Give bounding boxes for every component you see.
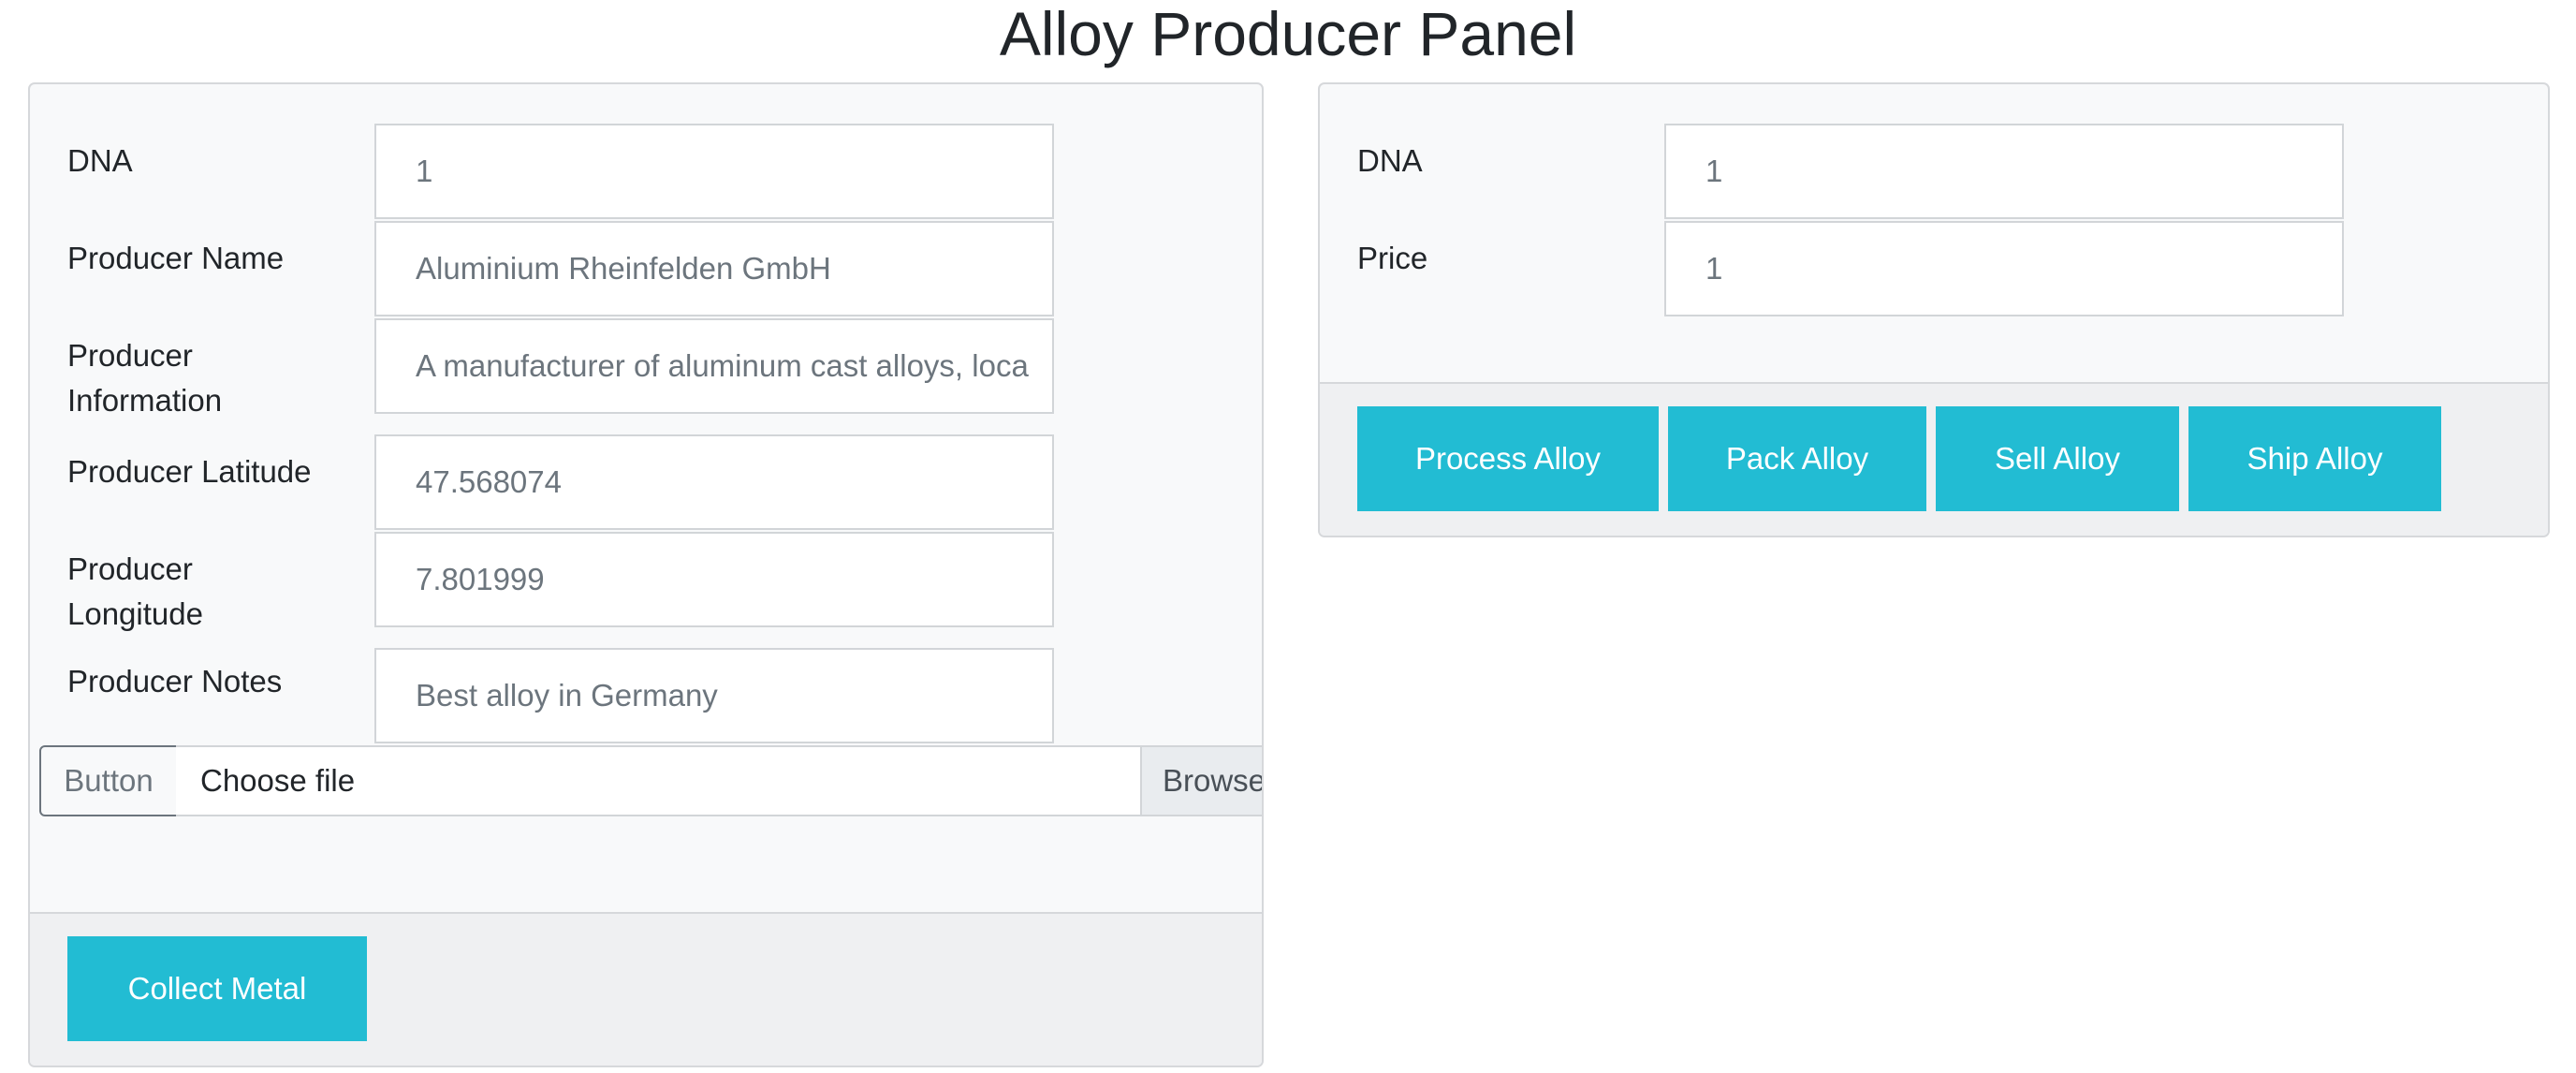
producer-information-label-line1: Producer — [67, 338, 193, 373]
file-upload-group: Button Choose file Browse — [39, 745, 1262, 816]
producer-notes-label: Producer Notes — [67, 664, 283, 698]
producer-longitude-input[interactable]: 7.801999 — [374, 532, 1054, 627]
producer-longitude-label-line2: Longitude — [67, 596, 203, 631]
alloy-card: DNA 1 Price 1 Process Alloy Pack Alloy S… — [1318, 82, 2550, 537]
pack-alloy-button[interactable]: Pack Alloy — [1668, 406, 1926, 511]
producer-card-footer: Collect Metal — [30, 912, 1262, 1066]
file-upload-input[interactable]: Choose file — [176, 745, 1142, 816]
collect-metal-button[interactable]: Collect Metal — [67, 936, 367, 1041]
producer-dna-input[interactable]: 1 — [374, 124, 1054, 219]
file-upload-button[interactable]: Button — [39, 745, 178, 816]
alloy-dna-label: DNA — [1357, 143, 1423, 178]
producer-card: DNA 1 Producer Name Aluminium Rheinfelde… — [28, 82, 1264, 1067]
producer-latitude-label: Producer Latitude — [67, 454, 312, 489]
producer-information-label: Producer Information — [67, 333, 222, 423]
producer-notes-input[interactable]: Best alloy in Germany — [374, 648, 1054, 743]
producer-information-input[interactable]: A manufacturer of aluminum cast alloys, … — [374, 318, 1054, 414]
dna-label: DNA — [67, 143, 133, 178]
sell-alloy-button[interactable]: Sell Alloy — [1936, 406, 2179, 511]
price-input[interactable]: 1 — [1664, 221, 2344, 316]
process-alloy-button[interactable]: Process Alloy — [1357, 406, 1659, 511]
producer-information-label-line2: Information — [67, 383, 223, 418]
producer-name-label: Producer Name — [67, 241, 285, 275]
alloy-card-footer: Process Alloy Pack Alloy Sell Alloy Ship… — [1320, 382, 2548, 536]
page-title: Alloy Producer Panel — [999, 0, 1577, 68]
producer-name-input[interactable]: Aluminium Rheinfelden GmbH — [374, 221, 1054, 316]
ship-alloy-button[interactable]: Ship Alloy — [2188, 406, 2441, 511]
producer-longitude-label-line1: Producer — [67, 551, 193, 586]
producer-latitude-input[interactable]: 47.568074 — [374, 434, 1054, 530]
producer-longitude-label: Producer Longitude — [67, 547, 203, 637]
file-browse-button[interactable]: Browse — [1140, 745, 1262, 816]
price-label: Price — [1357, 241, 1428, 275]
alloy-dna-input[interactable]: 1 — [1664, 124, 2344, 219]
